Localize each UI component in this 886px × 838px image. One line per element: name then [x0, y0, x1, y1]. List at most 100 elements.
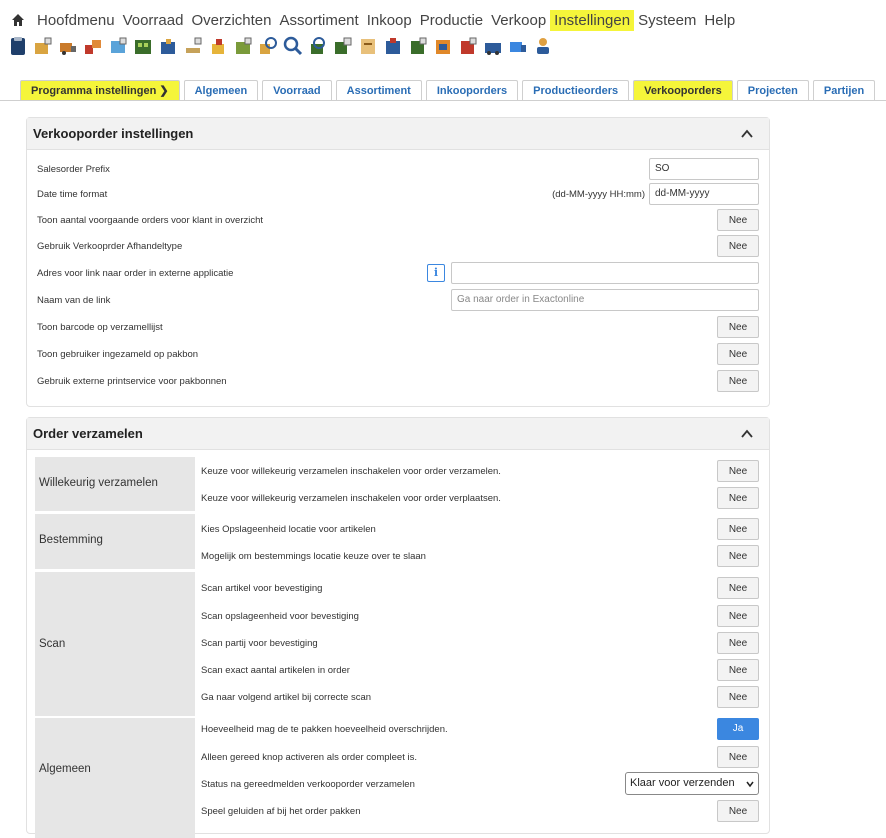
order-icon[interactable]	[333, 36, 353, 56]
toggle-button[interactable]: Nee	[717, 605, 759, 627]
package-icon[interactable]	[158, 36, 178, 56]
menu-item-productie[interactable]: Productie	[416, 10, 487, 31]
setting-label: Scan partij voor bevestiging	[201, 638, 318, 649]
prefix-input[interactable]: SO	[649, 158, 759, 180]
setting-row: Hoeveelheid mag de te pakken hoeveelheid…	[199, 716, 761, 742]
search-package-icon[interactable]	[258, 36, 278, 56]
toggle-button-active[interactable]: Ja	[717, 718, 759, 740]
menu-item-overzichten[interactable]: Overzichten	[187, 10, 275, 31]
truck-icon[interactable]	[58, 36, 78, 56]
setting-label: Gebruik externe printservice voor pakbon…	[37, 376, 227, 387]
search-box-icon[interactable]	[308, 36, 328, 56]
invoice-icon[interactable]	[358, 36, 378, 56]
verkooporder-settings-panel: Verkooporder instellingen Salesorder Pre…	[26, 117, 770, 407]
panel-header[interactable]: Order verzamelen	[27, 418, 769, 450]
location-icon[interactable]	[233, 36, 253, 56]
setting-row: Mogelijk om bestemmings locatie keuze ov…	[199, 543, 761, 569]
box-icon[interactable]	[33, 36, 53, 56]
group-label: Bestemming	[39, 534, 103, 546]
menu-item-instellingen[interactable]: Instellingen	[550, 10, 635, 31]
toggle-button[interactable]: Nee	[717, 577, 759, 599]
info-icon[interactable]: i	[427, 264, 445, 282]
person-icon[interactable]	[533, 36, 553, 56]
setting-label: Date time format	[37, 189, 108, 200]
toggle-button[interactable]: Nee	[717, 460, 759, 482]
setting-label: Toon aantal voorgaande orders voor klant…	[37, 215, 264, 226]
setting-label: Scan artikel voor bevestiging	[201, 583, 323, 594]
return-icon[interactable]	[433, 36, 453, 56]
menu-item-systeem[interactable]: Systeem	[634, 10, 700, 31]
menu-item-hoofdmenu[interactable]: Hoofdmenu	[33, 10, 119, 31]
transfer-icon[interactable]	[383, 36, 403, 56]
external-link-input[interactable]	[451, 262, 759, 284]
link-name-input[interactable]: Ga naar order in Exactonline	[451, 289, 759, 311]
tab-assortiment[interactable]: Assortiment	[335, 80, 422, 101]
setting-row-barcode: Toon barcode op verzamellijst Nee	[35, 314, 761, 340]
tab-inkooporders[interactable]: Inkooporders	[425, 80, 519, 101]
tab-divider	[0, 100, 886, 101]
tab-algemeen[interactable]: Algemeen	[183, 80, 259, 101]
setting-label: Gebruik Verkooprder Afhandeltype	[37, 241, 183, 252]
shipment-icon[interactable]	[458, 36, 478, 56]
search-icon[interactable]	[283, 36, 303, 56]
delivery-icon[interactable]	[483, 36, 503, 56]
setting-row-adres: Adres voor link naar order in externe ap…	[35, 260, 761, 286]
group-label: Scan	[39, 638, 66, 650]
menu-item-assortiment[interactable]: Assortiment	[276, 10, 363, 31]
panel-header[interactable]: Verkooporder instellingen	[27, 118, 769, 150]
status-select[interactable]: Klaar voor verzenden	[625, 772, 759, 795]
toggle-button[interactable]: Nee	[717, 316, 759, 338]
toggle-button[interactable]: Nee	[717, 686, 759, 708]
tab-verkooporders[interactable]: Verkooporders	[633, 80, 733, 101]
group-willekeurig: Willekeurig verzamelen	[35, 457, 195, 511]
home-icon[interactable]	[11, 13, 25, 27]
tab-projecten[interactable]: Projecten	[736, 80, 809, 101]
receipt-icon[interactable]	[408, 36, 428, 56]
datetime-hint: (dd-MM-yyyy HH:mm)	[552, 189, 645, 200]
cart-icon[interactable]	[108, 36, 128, 56]
menu-item-voorraad[interactable]: Voorraad	[119, 10, 188, 31]
setting-row: Scan exact aantal artikelen in order Nee	[199, 657, 761, 683]
toggle-button[interactable]: Nee	[717, 800, 759, 822]
menu-item-verkoop[interactable]: Verkoop	[487, 10, 550, 31]
toggle-button[interactable]: Nee	[717, 235, 759, 257]
toggle-button[interactable]: Nee	[717, 545, 759, 567]
boxes-icon[interactable]	[83, 36, 103, 56]
forklift-icon[interactable]	[183, 36, 203, 56]
setting-row: Kies Opslageenheid locatie voor artikele…	[199, 516, 761, 542]
menu-item-inkoop[interactable]: Inkoop	[363, 10, 416, 31]
setting-label: Status na gereedmelden verkooporder verz…	[201, 779, 415, 790]
toggle-button[interactable]: Nee	[717, 659, 759, 681]
tab-productieorders[interactable]: Productieorders	[522, 80, 630, 101]
toggle-button[interactable]: Nee	[717, 343, 759, 365]
panel-title: Order verzamelen	[33, 426, 143, 441]
group-label: Willekeurig verzamelen	[39, 477, 158, 489]
clipboard-icon[interactable]	[8, 36, 28, 56]
toggle-button[interactable]: Nee	[717, 209, 759, 231]
toggle-button[interactable]: Nee	[717, 370, 759, 392]
toggle-button[interactable]: Nee	[717, 632, 759, 654]
tab-programma-instellingen[interactable]: Programma instellingen ❯	[20, 80, 180, 101]
toggle-button[interactable]: Nee	[717, 518, 759, 540]
stack-icon[interactable]	[208, 36, 228, 56]
tab-voorraad[interactable]: Voorraad	[262, 80, 332, 101]
menu-item-help[interactable]: Help	[700, 10, 739, 31]
setting-row-printservice: Gebruik externe printservice voor pakbon…	[35, 368, 761, 394]
chevron-up-icon[interactable]	[741, 428, 753, 440]
main-menu: Hoofdmenu Voorraad Overzichten Assortime…	[33, 10, 739, 31]
setting-row: Speel geluiden af bij het order pakken N…	[199, 798, 761, 824]
setting-row-afhandeltype: Gebruik Verkooprder Afhandeltype Nee	[35, 233, 761, 259]
truck-blue-icon[interactable]	[508, 36, 528, 56]
setting-row: Scan artikel voor bevestiging Nee	[199, 575, 761, 601]
menu-bar: Hoofdmenu Voorraad Overzichten Assortime…	[0, 0, 886, 34]
setting-label: Salesorder Prefix	[37, 164, 110, 175]
chevron-up-icon[interactable]	[741, 128, 753, 140]
setting-row: Alleen gereed knop activeren als order c…	[199, 744, 761, 770]
toggle-button[interactable]: Nee	[717, 487, 759, 509]
setting-label: Toon barcode op verzamellijst	[37, 322, 163, 333]
setting-label: Mogelijk om bestemmings locatie keuze ov…	[201, 551, 426, 562]
warehouse-icon[interactable]	[133, 36, 153, 56]
datetime-format-input[interactable]: dd-MM-yyyy	[649, 183, 759, 205]
tab-partijen[interactable]: Partijen	[812, 80, 876, 101]
toggle-button[interactable]: Nee	[717, 746, 759, 768]
